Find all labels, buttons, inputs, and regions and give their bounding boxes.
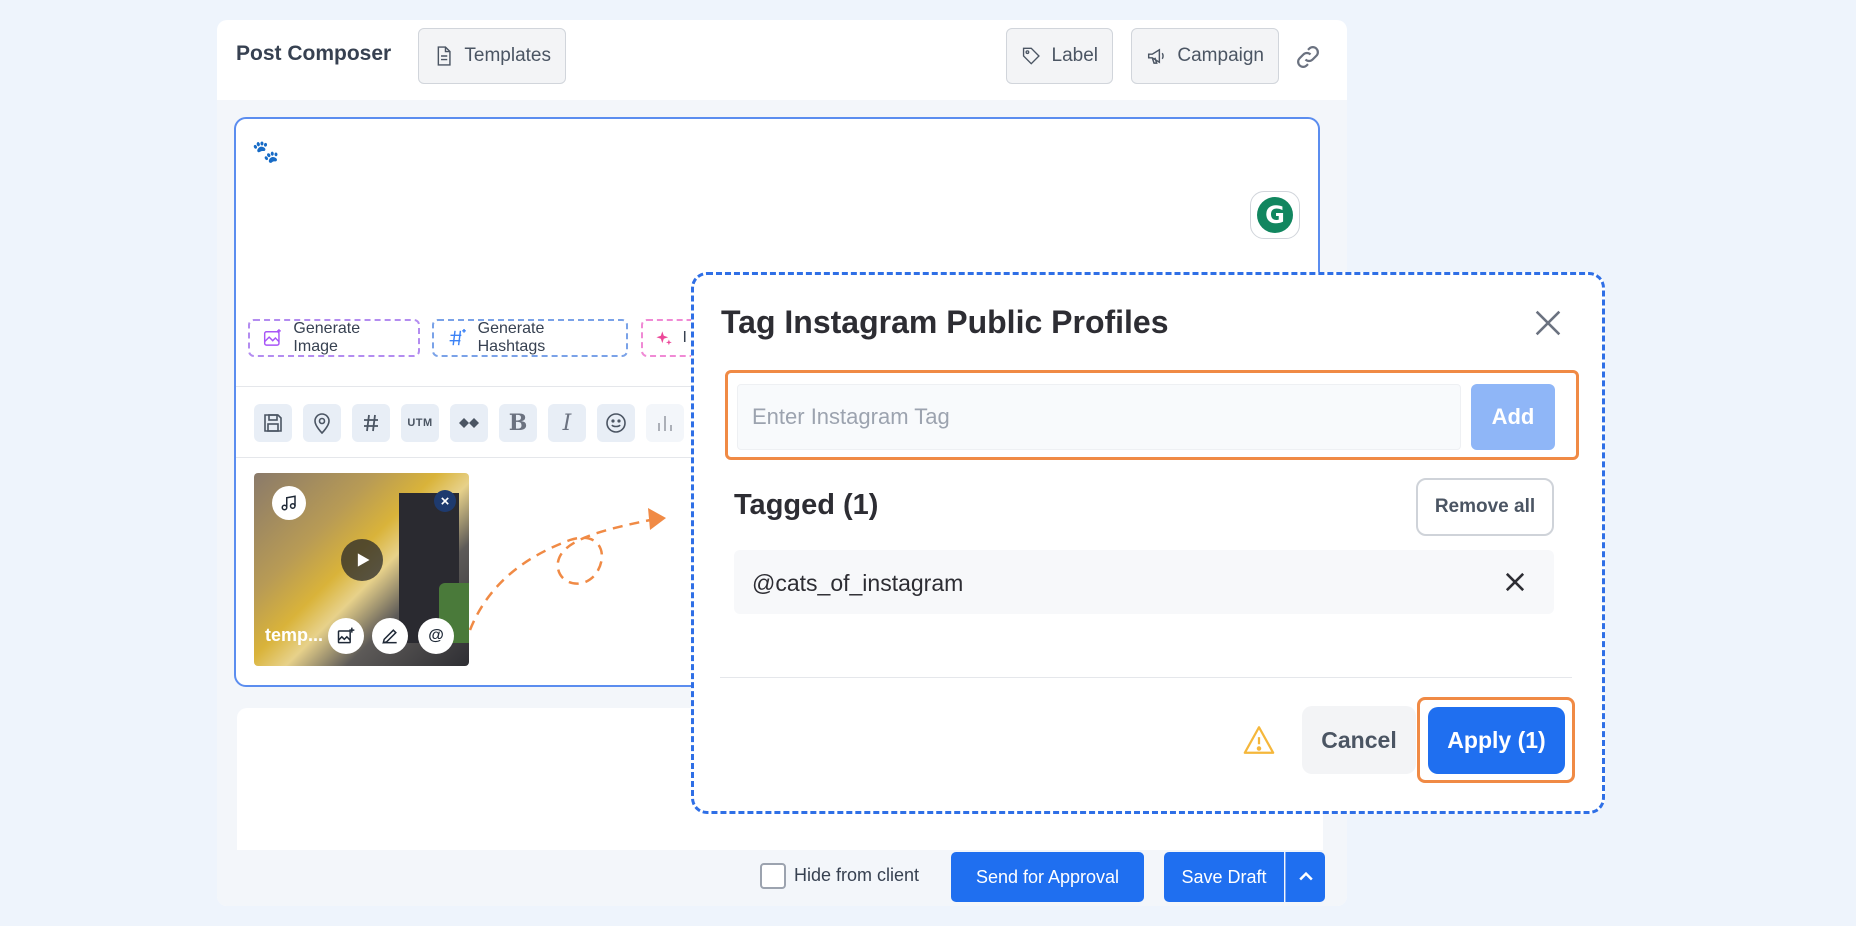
apply-button[interactable]: Apply (1) [1428,707,1565,774]
send-for-approval-button[interactable]: Send for Approval [951,852,1144,902]
image-sparkle-icon [263,329,281,346]
location-icon[interactable] [303,404,341,442]
cancel-button[interactable]: Cancel [1302,706,1416,774]
label-button[interactable]: Label [1006,28,1113,84]
italic-icon[interactable]: I [548,404,586,442]
document-icon [437,46,451,66]
composer-header: Post Composer Templates Label Campaign [217,20,1347,100]
utm-icon[interactable]: UTM [401,404,439,442]
snippet-icon[interactable] [450,404,488,442]
hide-from-client-checkbox[interactable] [760,863,786,889]
tagged-title: Tagged (1) [734,489,879,521]
edit-icon[interactable] [372,618,408,654]
tag-icon [1022,47,1040,65]
sparkle-icon [656,331,672,346]
mention-icon[interactable]: @ [418,618,454,654]
label-label: Label [1051,45,1099,66]
tag-input-highlight: Add [725,370,1579,460]
campaign-label: Campaign [1177,45,1264,66]
hashtag-icon[interactable] [352,404,390,442]
apply-highlight: Apply (1) [1417,697,1575,783]
media-thumbnail[interactable]: × temp... @ [254,473,469,666]
remove-all-button[interactable]: Remove all [1416,478,1554,536]
warning-icon [1243,726,1275,754]
emoji-icon[interactable] [597,404,635,442]
list-item: @cats_of_instagram [734,550,1554,614]
add-thumbnail-icon[interactable] [328,618,364,654]
music-icon[interactable] [272,486,306,520]
generate-image-button[interactable]: Generate Image [248,319,420,357]
bold-icon[interactable]: B [499,404,537,442]
hide-from-client-label: Hide from client [794,865,920,885]
instagram-tag-input[interactable] [737,384,1461,450]
grammarly-icon: G [1257,197,1293,233]
composer-footer: Hide from client Send for Approval Save … [217,850,1347,906]
tag-profiles-modal: Tag Instagram Public Profiles Add Tagged… [691,272,1605,814]
add-button[interactable]: Add [1471,384,1555,450]
link-icon[interactable] [1293,42,1323,72]
save-options-button[interactable] [1285,852,1325,902]
pointer-arrow [468,508,666,631]
ai-assist-label: I [682,329,687,346]
chart-icon[interactable] [646,404,684,442]
play-icon[interactable] [341,539,383,581]
templates-label: Templates [464,45,551,66]
editor-toolbar: UTM B I [254,404,684,444]
chevron-up-icon [1298,871,1313,881]
composer-title: Post Composer [236,42,392,65]
generate-hashtags-button[interactable]: Generate Hashtags [432,319,628,357]
paw-icon: 🐾 [252,139,280,164]
close-icon[interactable] [1531,306,1565,340]
remove-tag-icon[interactable] [1501,568,1529,596]
divider [720,677,1572,678]
campaign-button[interactable]: Campaign [1131,28,1279,84]
generate-hashtags-label: Generate Hashtags [477,320,546,355]
tag-text: @cats_of_instagram [752,570,964,596]
megaphone-icon [1147,48,1164,64]
media-filename: temp... [265,625,324,645]
remove-media-icon[interactable]: × [434,490,456,512]
hashtag-sparkle-icon [449,328,466,346]
modal-title: Tag Instagram Public Profiles [721,304,1169,340]
grammarly-button[interactable]: G [1250,191,1300,239]
generate-image-label: Generate Image [293,320,361,355]
templates-button[interactable]: Templates [418,28,566,84]
save-draft-button[interactable]: Save Draft [1164,852,1284,902]
save-icon[interactable] [254,404,292,442]
